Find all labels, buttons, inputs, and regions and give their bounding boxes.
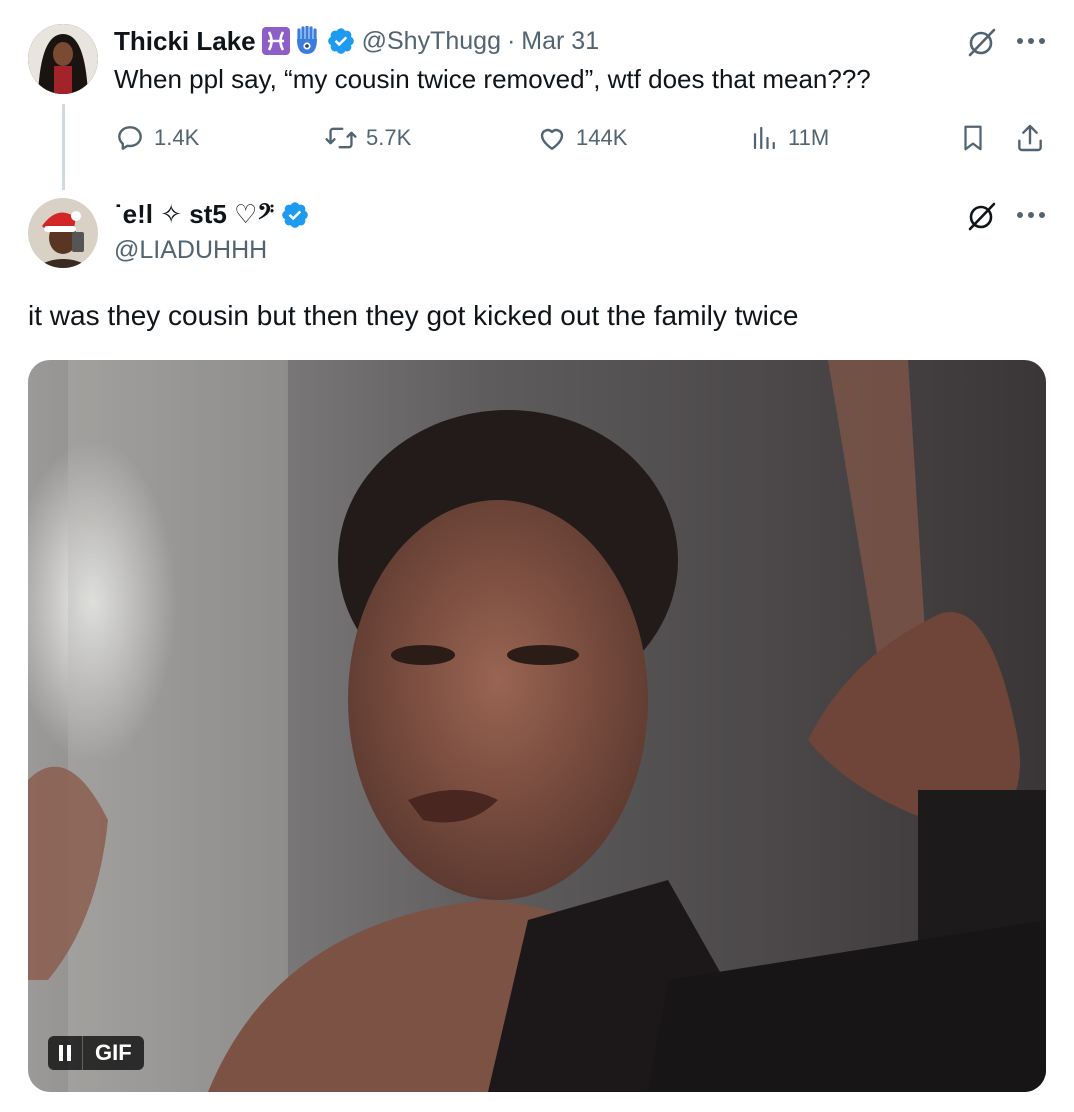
tweet-date[interactable]: Mar 31 [521, 27, 599, 56]
reply-icon [118, 126, 142, 150]
more-options-icon[interactable] [1016, 36, 1046, 46]
author-emojis [261, 26, 320, 56]
gif-frame-image [28, 360, 1046, 1092]
tweet1-action-bar: 1.4K 5.7K 144K 11M [114, 118, 1048, 158]
pisces-icon [261, 27, 290, 55]
tweet1-header: Thicki Lake @ShyThugg · Mar 31 [114, 24, 599, 58]
like-button[interactable]: 144K [536, 122, 627, 154]
retweet-icon [325, 127, 357, 149]
author-name[interactable]: ˙e!l ✧ st5 ♡𝄢 [114, 199, 274, 231]
meta-separator: · [506, 26, 516, 55]
gif-badge[interactable]: GIF [48, 1036, 144, 1070]
verified-badge-icon[interactable] [280, 200, 310, 230]
author-name[interactable]: Thicki Lake [114, 26, 256, 57]
retweet-button[interactable]: 5.7K [324, 122, 411, 154]
more-options-icon[interactable] [1016, 210, 1046, 220]
bookmark-icon[interactable] [958, 122, 988, 154]
grok-icon[interactable] [966, 26, 998, 58]
tweet2-text: it was they cousin but then they got kic… [28, 300, 799, 331]
view-count: 11M [788, 125, 830, 150]
tweet2-header: ˙e!l ✧ st5 ♡𝄢 [114, 198, 310, 232]
gif-media[interactable]: GIF [28, 360, 1046, 1092]
reply-count: 1.4K [154, 125, 200, 150]
share-icon[interactable] [1014, 122, 1046, 154]
gif-label: GIF [95, 1040, 132, 1065]
avatar-image [28, 24, 98, 94]
tweet1-text: When ppl say, “my cousin twice removed”,… [114, 64, 871, 94]
avatar-image [28, 198, 98, 268]
reply-button[interactable]: 1.4K [114, 122, 199, 154]
like-count: 144K [576, 125, 628, 150]
heart-icon [540, 128, 564, 150]
pause-icon[interactable] [48, 1036, 83, 1070]
retweet-count: 5.7K [366, 125, 412, 150]
author-handle[interactable]: @ShyThugg [362, 27, 501, 56]
thread-connector-line [62, 104, 65, 190]
analytics-icon [753, 126, 775, 150]
grok-icon[interactable] [966, 200, 998, 232]
views-button[interactable]: 11M [750, 122, 829, 154]
verified-badge-icon[interactable] [326, 26, 356, 56]
author-handle[interactable]: @LIADUHHH [114, 236, 267, 265]
hamsa-icon [296, 26, 317, 54]
avatar-liaduhhh[interactable] [28, 198, 98, 268]
avatar-thicki-lake[interactable] [28, 24, 98, 94]
